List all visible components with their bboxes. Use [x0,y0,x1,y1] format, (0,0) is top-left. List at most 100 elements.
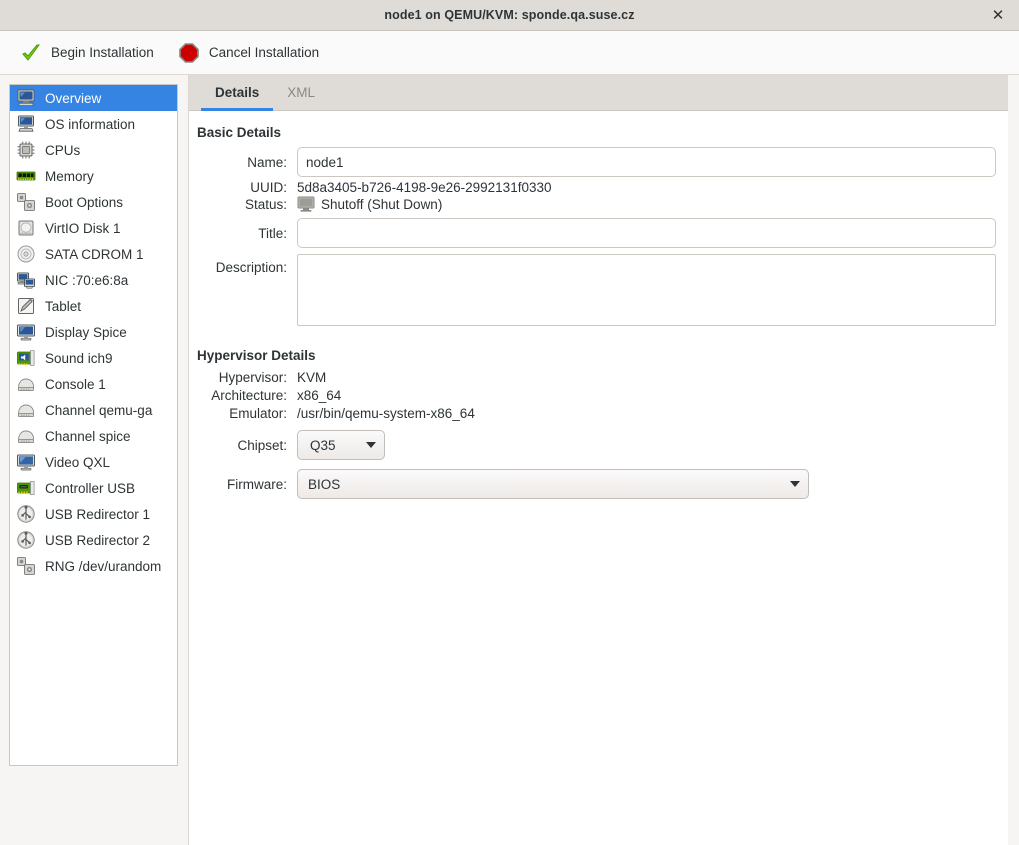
firmware-value: BIOS [308,477,340,492]
sidebar-item-label: USB Redirector 1 [45,507,150,522]
uuid-value: 5d8a3405-b726-4198-9e26-2992131f0330 [297,180,551,195]
basic-details-heading: Basic Details [197,125,996,140]
optical-disc-icon [15,243,37,265]
sidebar-item-sound-ich9[interactable]: Sound ich9 [10,345,177,371]
chevron-down-icon [790,481,800,487]
begin-installation-button[interactable]: Begin Installation [10,38,164,68]
window-titlebar: node1 on QEMU/KVM: sponde.qa.suse.cz ✕ [0,0,1019,31]
sidebar-item-channel-qemu-ga[interactable]: Channel qemu-ga [10,397,177,423]
sidebar-item-boot-options[interactable]: Boot Options [10,189,177,215]
firmware-row: Firmware: BIOS [197,469,996,499]
display-screen-icon [15,321,37,343]
computer-desktop-icon [15,113,37,135]
sidebar-item-label: VirtIO Disk 1 [45,221,121,236]
green-check-icon [20,42,42,64]
sidebar-item-label: Display Spice [45,325,127,340]
window-title: node1 on QEMU/KVM: sponde.qa.suse.cz [384,8,634,22]
emulator-row: Emulator: /usr/bin/qemu-system-x86_64 [197,406,996,421]
sidebar-item-label: USB Redirector 2 [45,533,150,548]
gears-icon [15,555,37,577]
sidebar-item-label: SATA CDROM 1 [45,247,144,262]
close-icon[interactable]: ✕ [985,2,1011,28]
architecture-row: Architecture: x86_64 [197,388,996,403]
name-input[interactable] [297,147,996,177]
red-stop-octagon-icon [178,42,200,64]
sidebar-item-label: Overview [45,91,101,106]
sidebar-item-console-1[interactable]: Console 1 [10,371,177,397]
sidebar-item-label: RNG /dev/urandom [45,559,161,574]
tablet-pen-icon [15,295,37,317]
title-input[interactable] [297,218,996,248]
sidebar-item-sata-cdrom-1[interactable]: SATA CDROM 1 [10,241,177,267]
sidebar-item-display-spice[interactable]: Display Spice [10,319,177,345]
architecture-label: Architecture: [197,388,297,403]
shutoff-monitor-icon [297,196,315,212]
sidebar-item-rng-dev-urandom[interactable]: RNG /dev/urandom [10,553,177,579]
window-body: Overview OS information CPUs Memory Boot Opt… [0,75,1019,845]
details-content: Basic Details Name: UUID: 5d8a3405-b726-… [189,111,1008,499]
sidebar-item-cpus[interactable]: CPUs [10,137,177,163]
serial-console-icon [15,373,37,395]
hardware-list[interactable]: Overview OS information CPUs Memory Boot Opt… [9,84,178,766]
sidebar-item-os-information[interactable]: OS information [10,111,177,137]
sidebar-item-video-qxl[interactable]: Video QXL [10,449,177,475]
status-text: Shutoff (Shut Down) [321,197,442,212]
network-card-icon [15,269,37,291]
hypervisor-details-heading: Hypervisor Details [197,348,996,363]
sidebar-item-tablet[interactable]: Tablet [10,293,177,319]
description-row: Description: [197,254,996,326]
title-label: Title: [197,226,297,241]
sidebar-item-nic-70-e6-8a[interactable]: NIC :70:e6:8a [10,267,177,293]
sidebar-item-memory[interactable]: Memory [10,163,177,189]
sidebar-item-label: Channel qemu-ga [45,403,152,418]
usb-plug-icon [15,529,37,551]
usb-controller-icon [15,477,37,499]
hypervisor-value: KVM [297,370,326,385]
hypervisor-label: Hypervisor: [197,370,297,385]
name-label: Name: [197,155,297,170]
status-label: Status: [197,197,297,212]
sidebar-item-label: Tablet [45,299,81,314]
description-textarea[interactable] [297,254,996,326]
details-panel: DetailsXML Basic Details Name: UUID: 5d8… [188,75,1008,845]
sidebar-item-label: NIC :70:e6:8a [45,273,128,288]
serial-console-icon [15,399,37,421]
sidebar-item-label: Console 1 [45,377,106,392]
status-value-wrap: Shutoff (Shut Down) [297,196,442,212]
gears-icon [15,191,37,213]
sidebar-item-label: Video QXL [45,455,110,470]
chipset-select[interactable]: Q35 [297,430,385,460]
sidebar-item-label: Memory [45,169,94,184]
memory-dimm-icon [15,165,37,187]
chipset-row: Chipset: Q35 [197,430,996,460]
tab-details[interactable]: Details [201,76,273,111]
tab-strip: DetailsXML [189,75,1008,111]
cpu-chip-icon [15,139,37,161]
sidebar-item-label: Controller USB [45,481,135,496]
sidebar-item-label: Boot Options [45,195,123,210]
sidebar-item-label: Channel spice [45,429,131,444]
cancel-installation-button[interactable]: Cancel Installation [168,38,329,68]
chipset-value: Q35 [310,438,336,453]
cancel-installation-label: Cancel Installation [209,45,319,60]
title-row: Title: [197,218,996,248]
uuid-row: UUID: 5d8a3405-b726-4198-9e26-2992131f03… [197,180,996,195]
sidebar-item-usb-redirector-1[interactable]: USB Redirector 1 [10,501,177,527]
architecture-value: x86_64 [297,388,341,403]
computer-monitor-icon [15,87,37,109]
sidebar-item-channel-spice[interactable]: Channel spice [10,423,177,449]
hypervisor-row: Hypervisor: KVM [197,370,996,385]
sidebar-item-usb-redirector-2[interactable]: USB Redirector 2 [10,527,177,553]
chevron-down-icon [366,442,376,448]
sidebar-item-controller-usb[interactable]: Controller USB [10,475,177,501]
sidebar-item-label: OS information [45,117,135,132]
sound-card-icon [15,347,37,369]
serial-console-icon [15,425,37,447]
sidebar-item-label: Sound ich9 [45,351,113,366]
status-row: Status: Shutoff (Shut Down) [197,196,996,212]
sidebar-item-overview[interactable]: Overview [10,85,177,111]
tab-xml[interactable]: XML [273,76,329,111]
usb-plug-icon [15,503,37,525]
firmware-select[interactable]: BIOS [297,469,809,499]
sidebar-item-virtio-disk-1[interactable]: VirtIO Disk 1 [10,215,177,241]
